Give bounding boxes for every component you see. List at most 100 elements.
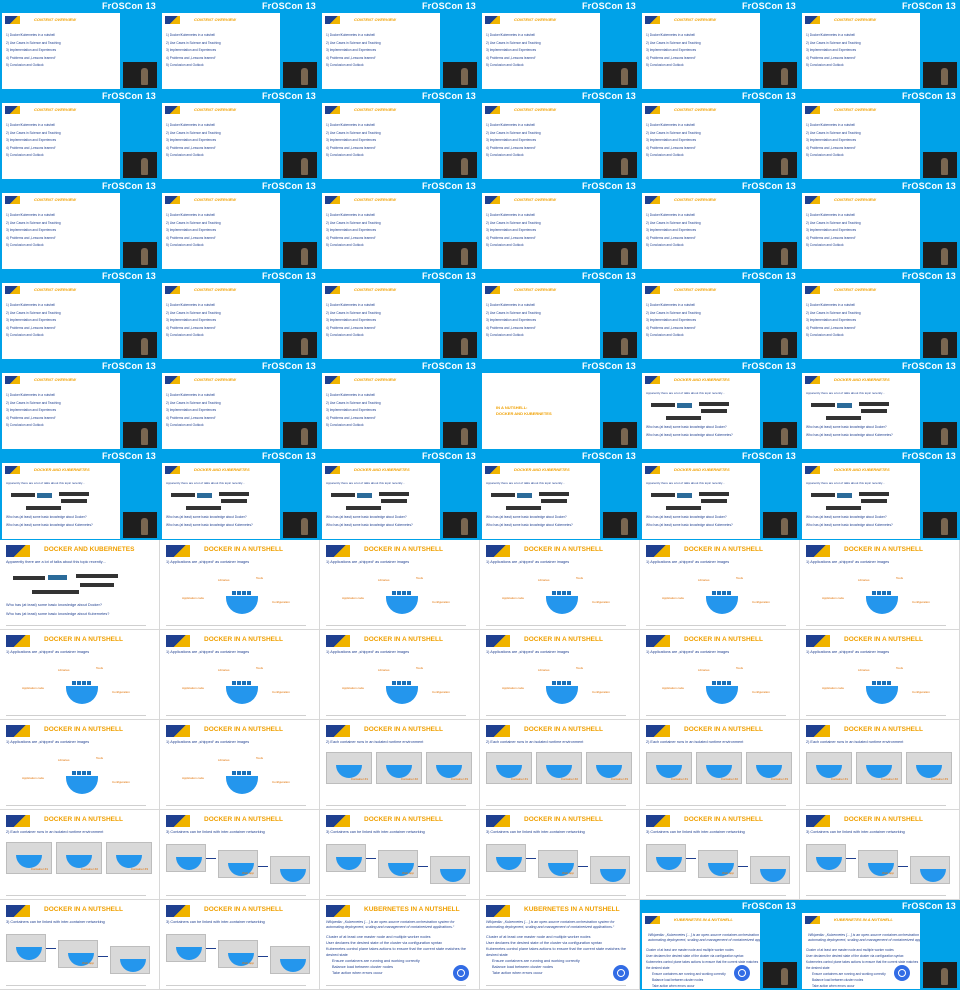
video-frame-thumbnail[interactable]: CONTENT OVERVIEW 1) Docker/Kubernetes in… — [320, 270, 480, 360]
video-frame-thumbnail[interactable]: DOCKER AND KUBERNETES Apparently there a… — [640, 450, 800, 540]
slide-thumbnail[interactable]: DOCKER IN A NUTSHELL 1) Applications are… — [0, 630, 160, 720]
slide-title: CONTENT OVERVIEW — [834, 107, 877, 112]
slide-thumbnail[interactable]: DOCKER IN A NUTSHELL 3) Containers can b… — [480, 810, 640, 900]
slide-thumbnail[interactable]: DOCKER IN A NUTSHELL 2) Each container r… — [640, 720, 800, 810]
label-application-code: Application code — [342, 596, 365, 600]
video-frame-thumbnail[interactable]: DOCKER AND KUBERNETES Apparently there a… — [320, 450, 480, 540]
video-frame-thumbnail[interactable]: CONTENT OVERVIEW 1) Docker/Kubernetes in… — [800, 270, 960, 360]
slide-thumbnail[interactable]: DOCKER IN A NUTSHELL 3) Containers can b… — [640, 810, 800, 900]
slide-thumbnail[interactable]: KUBERNETES IN A NUTSHELL Wikipedia: „Kub… — [480, 900, 640, 990]
agenda-item: 2) Use Cases in Science and Teaching — [806, 130, 861, 135]
conference-brand: FrOSCon 13 — [581, 271, 636, 281]
container-label: Container #2 — [720, 777, 738, 781]
network-link — [738, 866, 748, 867]
label-tools: Tools — [736, 576, 744, 580]
video-frame-thumbnail[interactable]: CONTENT OVERVIEW 1) Docker/Kubernetes in… — [0, 180, 160, 270]
slide-thumbnail[interactable]: DOCKER IN A NUTSHELL 3) Containers can b… — [160, 900, 320, 990]
video-frame-thumbnail[interactable]: DOCKER AND KUBERNETES Apparently there a… — [800, 450, 960, 540]
container-label: Container #2 — [880, 777, 898, 781]
slide-thumbnail[interactable]: DOCKER IN A NUTSHELL 2) Each container r… — [800, 720, 960, 810]
slide-thumbnail[interactable]: DOCKER IN A NUTSHELL 2) Each container r… — [480, 720, 640, 810]
slide-thumbnail[interactable]: DOCKER IN A NUTSHELL 1) Applications are… — [800, 630, 960, 720]
university-logo — [5, 106, 20, 114]
video-frame-thumbnail[interactable]: CONTENT OVERVIEW 1) Docker/Kubernetes in… — [320, 360, 480, 450]
video-frame-thumbnail[interactable]: CONTENT OVERVIEW 1) Docker/Kubernetes in… — [160, 360, 320, 450]
video-frame-thumbnail[interactable]: CONTENT OVERVIEW 1) Docker/Kubernetes in… — [0, 90, 160, 180]
slide-thumbnail[interactable]: DOCKER IN A NUTSHELL 1) Applications are… — [160, 720, 320, 810]
slide: KUBERNETES IN A NUTSHELL Wikipedia: „Kub… — [642, 913, 760, 989]
label-tools: Tools — [96, 666, 104, 670]
university-logo — [645, 286, 660, 294]
screenshot-bar — [538, 491, 570, 496]
speaker-camera — [923, 242, 957, 268]
video-frame-thumbnail[interactable]: CONTENT OVERVIEW 1) Docker/Kubernetes in… — [160, 0, 320, 90]
slide-footer-line — [806, 715, 946, 716]
slide: CONTENT OVERVIEW 1) Docker/Kubernetes in… — [2, 103, 120, 179]
video-frame-thumbnail[interactable]: CONTENT OVERVIEW 1) Docker/Kubernetes in… — [800, 0, 960, 90]
video-frame-thumbnail[interactable]: CONTENT OVERVIEW 1) Docker/Kubernetes in… — [160, 180, 320, 270]
video-frame-thumbnail[interactable]: DOCKER AND KUBERNETES Apparently there a… — [640, 360, 800, 450]
slide-thumbnail[interactable]: DOCKER IN A NUTSHELL 1) Applications are… — [480, 540, 640, 630]
slide-title: CONTENT OVERVIEW — [194, 377, 237, 382]
agenda-item: 3) Implementation and Experiences — [486, 48, 537, 52]
slide-thumbnail[interactable]: DOCKER IN A NUTSHELL 1) Applications are… — [160, 630, 320, 720]
video-frame-thumbnail[interactable]: CONTENT OVERVIEW 1) Docker/Kubernetes in… — [160, 90, 320, 180]
video-frame-thumbnail[interactable]: CONTENT OVERVIEW 1) Docker/Kubernetes in… — [480, 90, 640, 180]
video-frame-thumbnail[interactable]: CONTENT OVERVIEW 1) Docker/Kubernetes in… — [0, 0, 160, 90]
slide-thumbnail[interactable]: DOCKER IN A NUTSHELL 1) Applications are… — [160, 540, 320, 630]
video-frame-thumbnail[interactable]: CONTENT OVERVIEW 1) Docker/Kubernetes in… — [320, 90, 480, 180]
slide-thumbnail[interactable]: DOCKER IN A NUTSHELL 1) Applications are… — [480, 630, 640, 720]
agenda-item: 5) Conclusion and Outlook — [326, 423, 364, 427]
video-frame-thumbnail[interactable]: CONTENT OVERVIEW 1) Docker/Kubernetes in… — [800, 180, 960, 270]
agenda-item: 5) Conclusion and Outlook — [646, 153, 684, 157]
video-frame-thumbnail[interactable]: CONTENT OVERVIEW 1) Docker/Kubernetes in… — [480, 270, 640, 360]
slide: DOCKER IN A NUTSHELL 3) Containers can b… — [160, 900, 319, 989]
slide-thumbnail[interactable]: DOCKER IN A NUTSHELL 3) Containers can b… — [160, 810, 320, 900]
slide-thumbnail[interactable]: KUBERNETES IN A NUTSHELL Wikipedia: „Kub… — [320, 900, 480, 990]
label-libraries: Libraries — [858, 668, 870, 672]
slide-thumbnail[interactable]: DOCKER IN A NUTSHELL 1) Applications are… — [640, 630, 800, 720]
slide-thumbnail[interactable]: DOCKER IN A NUTSHELL 3) Containers can b… — [0, 900, 160, 990]
video-frame-thumbnail[interactable]: DOCKER AND KUBERNETES Apparently there a… — [800, 360, 960, 450]
video-frame-thumbnail[interactable]: CONTENT OVERVIEW 1) Docker/Kubernetes in… — [160, 270, 320, 360]
agenda-item: 4) Problems and „Lessons learned“ — [6, 325, 56, 330]
slide-title: CONTENT OVERVIEW — [34, 377, 77, 382]
slide-thumbnail[interactable]: DOCKER IN A NUTSHELL 1) Applications are… — [320, 540, 480, 630]
video-frame-thumbnail[interactable]: DOCKER AND KUBERNETES Apparently there a… — [160, 450, 320, 540]
agenda-item: 5) Conclusion and Outlook — [6, 63, 44, 67]
slide-thumbnail[interactable]: DOCKER IN A NUTSHELL 2) Each container r… — [320, 720, 480, 810]
speaker-camera — [763, 512, 797, 538]
video-frame-thumbnail[interactable]: CONTENT OVERVIEW 1) Docker/Kubernetes in… — [320, 180, 480, 270]
slide-thumbnail[interactable]: DOCKER IN A NUTSHELL 3) Containers can b… — [800, 810, 960, 900]
video-frame-thumbnail[interactable]: CONTENT OVERVIEW 1) Docker/Kubernetes in… — [0, 360, 160, 450]
slide-thumbnail[interactable]: DOCKER IN A NUTSHELL 1) Applications are… — [800, 540, 960, 630]
video-frame-thumbnail[interactable]: CONTENT OVERVIEW 1) Docker/Kubernetes in… — [480, 0, 640, 90]
video-frame-thumbnail[interactable]: CONTENT OVERVIEW 1) Docker/Kubernetes in… — [640, 0, 800, 90]
video-frame-thumbnail[interactable]: IN A NUTSHELL: DOCKER AND KUBERNETES FrO… — [480, 360, 640, 450]
university-logo — [486, 905, 510, 917]
video-frame-thumbnail[interactable]: DOCKER AND KUBERNETES Apparently there a… — [480, 450, 640, 540]
conference-brand: FrOSCon 13 — [101, 451, 156, 461]
video-frame-thumbnail[interactable]: KUBERNETES IN A NUTSHELL Wikipedia: „Kub… — [640, 900, 800, 990]
university-logo — [645, 196, 660, 204]
slide-title: DOCKER AND KUBERNETES — [674, 467, 730, 472]
slide-thumbnail[interactable]: DOCKER IN A NUTSHELL 1) Applications are… — [640, 540, 800, 630]
container-panel: Container #1 — [486, 752, 532, 784]
video-frame-thumbnail[interactable]: CONTENT OVERVIEW 1) Docker/Kubernetes in… — [320, 0, 480, 90]
agenda-item: 4) Problems and „Lessons learned“ — [326, 235, 376, 240]
video-frame-thumbnail[interactable]: CONTENT OVERVIEW 1) Docker/Kubernetes in… — [640, 180, 800, 270]
slide-thumbnail[interactable]: DOCKER IN A NUTSHELL 3) Containers can b… — [320, 810, 480, 900]
video-frame-thumbnail[interactable]: CONTENT OVERVIEW 1) Docker/Kubernetes in… — [0, 270, 160, 360]
conference-brand: FrOSCon 13 — [261, 181, 316, 191]
slide-thumbnail[interactable]: DOCKER IN A NUTSHELL 2) Each container r… — [0, 810, 160, 900]
video-frame-thumbnail[interactable]: CONTENT OVERVIEW 1) Docker/Kubernetes in… — [640, 90, 800, 180]
slide-thumbnail[interactable]: DOCKER IN A NUTSHELL 1) Applications are… — [0, 720, 160, 810]
slide-thumbnail[interactable]: DOCKER IN A NUTSHELL 1) Applications are… — [320, 630, 480, 720]
video-frame-thumbnail[interactable]: CONTENT OVERVIEW 1) Docker/Kubernetes in… — [480, 180, 640, 270]
slide-thumbnail[interactable]: DOCKER AND KUBERNETES Apparently there a… — [0, 540, 160, 630]
slide: CONTENT OVERVIEW 1) Docker/Kubernetes in… — [2, 13, 120, 89]
video-frame-thumbnail[interactable]: CONTENT OVERVIEW 1) Docker/Kubernetes in… — [640, 270, 800, 360]
video-frame-thumbnail[interactable]: DOCKER AND KUBERNETES Apparently there a… — [0, 450, 160, 540]
video-frame-thumbnail[interactable]: CONTENT OVERVIEW 1) Docker/Kubernetes in… — [800, 90, 960, 180]
video-frame-thumbnail[interactable]: KUBERNETES IN A NUTSHELL Wikipedia: „Kub… — [800, 900, 960, 990]
